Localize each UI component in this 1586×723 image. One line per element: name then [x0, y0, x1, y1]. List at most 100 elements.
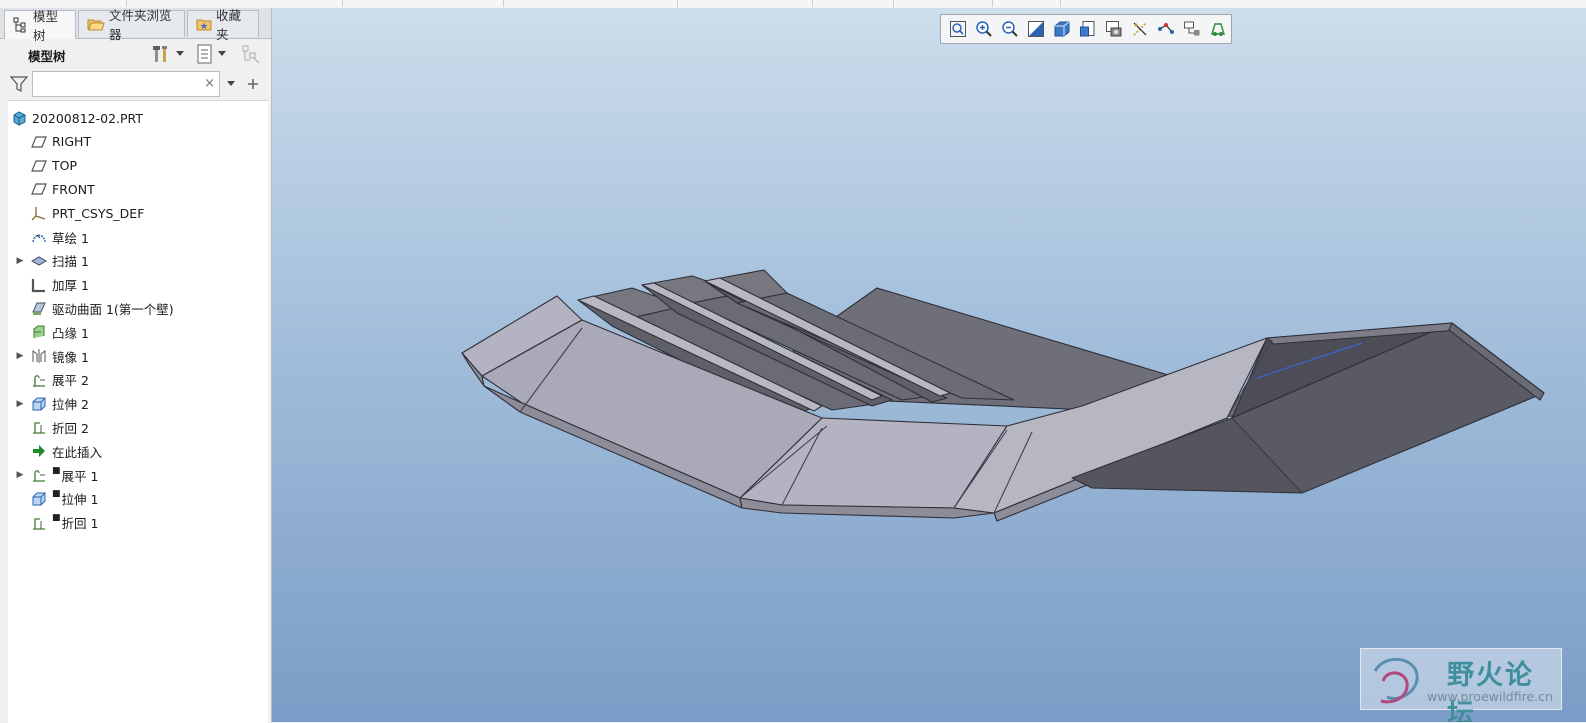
- mirror-icon: [30, 347, 48, 365]
- tree-node[interactable]: 驱动曲面 1(第一个壁): [8, 297, 266, 319]
- tree-node-text: 拉伸 2: [52, 397, 89, 413]
- 3d-model-view[interactable]: [272, 8, 1586, 722]
- tree-node[interactable]: ▶ 镜像 1: [8, 345, 266, 367]
- unbend-icon: [30, 466, 48, 484]
- search-options-dropdown[interactable]: [224, 73, 238, 95]
- tree-node[interactable]: 展平 2: [8, 369, 266, 391]
- tree-display-button[interactable]: [194, 43, 216, 65]
- tree-node-label: ■折回 1: [52, 513, 98, 532]
- model-tree-header: 模型树: [0, 40, 271, 68]
- insert-here-arrow-icon: [30, 442, 48, 460]
- favorites-icon: [196, 19, 212, 31]
- tree-node[interactable]: 凸缘 1: [8, 321, 266, 343]
- part-icon: [10, 109, 28, 127]
- chevron-down-icon: [176, 51, 184, 56]
- tree-node-label: 在此插入: [52, 442, 102, 461]
- tree-node-label: 镜像 1: [52, 347, 89, 366]
- tree-node[interactable]: PRT_CSYS_DEF: [8, 202, 266, 224]
- datum-plane-icon: [30, 157, 48, 175]
- tree-node-text: 20200812-02.PRT: [32, 110, 143, 126]
- graphics-window[interactable]: 野火论坛 www.proewildfire.cn: [272, 8, 1586, 722]
- list-view-icon: [197, 44, 212, 64]
- tree-node-text: TOP: [52, 158, 78, 174]
- tools-icon: [153, 46, 167, 62]
- datum-plane-icon: [30, 133, 48, 151]
- add-filter-button[interactable]: [242, 73, 264, 95]
- watermark-url: www.proewildfire.cn: [1427, 689, 1553, 704]
- coordinate-system-icon: [30, 204, 48, 222]
- model-tree: 20200812-02.PRT RIGHT TOP FRONT PRT_CSYS_DEF…: [8, 100, 268, 723]
- expand-arrow-icon[interactable]: ▶: [15, 470, 25, 480]
- sketch-icon: [30, 228, 48, 246]
- sweep-icon: [30, 252, 48, 270]
- tree-display-dropdown[interactable]: [216, 43, 228, 65]
- tree-node[interactable]: ■折回 1: [8, 512, 266, 534]
- tree-node-text: 驱动曲面 1(第一个壁): [52, 301, 174, 317]
- tree-node-label: 凸缘 1: [52, 323, 89, 342]
- tree-node-text: FRONT: [52, 181, 95, 197]
- tree-node-text: 展平 2: [52, 373, 89, 389]
- tree-node[interactable]: ▶ 拉伸 2: [8, 393, 266, 415]
- expand-arrow-icon[interactable]: ▶: [15, 399, 25, 409]
- tree-settings-button[interactable]: [150, 43, 172, 65]
- tree-node-label: TOP: [52, 158, 77, 173]
- chevron-down-icon: [218, 51, 226, 56]
- chevron-down-icon: [227, 81, 235, 86]
- tree-node[interactable]: 折回 2: [8, 416, 266, 438]
- tree-node[interactable]: TOP: [8, 155, 266, 177]
- search-box[interactable]: ×: [32, 71, 220, 97]
- tree-node-label: 加厚 1: [52, 275, 89, 294]
- tree-node-text: RIGHT: [52, 134, 92, 150]
- expand-arrow-icon[interactable]: ▶: [15, 256, 25, 266]
- suppressed-marker-icon: ■: [52, 489, 61, 500]
- hidden-items-icon: [242, 45, 260, 64]
- unbend-icon: [30, 371, 48, 389]
- tree-node[interactable]: 加厚 1: [8, 274, 266, 296]
- tree-node[interactable]: ■拉伸 1: [8, 488, 266, 510]
- filter-button[interactable]: [8, 73, 30, 95]
- tree-node-text: 草绘 1: [52, 230, 89, 246]
- tree-node-text: 镜像 1: [52, 349, 89, 365]
- tree-node[interactable]: FRONT: [8, 178, 266, 200]
- tree-node[interactable]: ▶ 扫描 1: [8, 250, 266, 272]
- bend-back-icon: [30, 514, 48, 532]
- extrude-icon: [30, 490, 48, 508]
- tree-node-label: 草绘 1: [52, 228, 89, 247]
- tree-node-text: 折回 1: [61, 516, 99, 532]
- driving-surface-icon: [30, 299, 48, 317]
- tree-node-text: 加厚 1: [52, 278, 89, 294]
- tree-node-text: PRT_CSYS_DEF: [52, 205, 145, 221]
- tree-node[interactable]: RIGHT: [8, 131, 266, 153]
- tab-label: 模型树: [33, 9, 59, 43]
- search-input[interactable]: [37, 73, 201, 97]
- suppressed-marker-icon: ■: [52, 513, 61, 524]
- tree-node[interactable]: 在此插入: [8, 440, 266, 462]
- expand-arrow-icon[interactable]: ▶: [15, 351, 25, 361]
- navigator-tabs: 模型树 文件夹浏览器 收藏夹: [0, 8, 271, 43]
- flange-icon: [30, 323, 48, 341]
- tree-node-label: 拉伸 2: [52, 394, 89, 413]
- tree-node-label: 折回 2: [52, 418, 89, 437]
- tree-node-label: PRT_CSYS_DEF: [52, 206, 144, 221]
- tab-folder-browser[interactable]: 文件夹浏览器: [78, 8, 185, 42]
- tree-settings-dropdown[interactable]: [174, 43, 186, 65]
- tree-node-label: FRONT: [52, 182, 95, 197]
- tab-model-tree[interactable]: 模型树: [4, 9, 76, 43]
- tree-filter-disabled-button[interactable]: [240, 43, 262, 65]
- model-tree-icon: [13, 17, 26, 33]
- filter-icon: [10, 76, 28, 92]
- tree-node-text: 在此插入: [52, 444, 103, 460]
- clear-search-button[interactable]: ×: [204, 76, 215, 92]
- panel-title: 模型树: [28, 49, 66, 64]
- tab-label: 收藏夹: [216, 8, 242, 42]
- bend-back-icon: [30, 418, 48, 436]
- navigator-panel: 模型树 文件夹浏览器 收藏夹 模型树 × 20200812-02.PRT RIG…: [0, 8, 272, 723]
- suppressed-marker-icon: ■: [52, 465, 61, 476]
- tree-node[interactable]: ▶ ■展平 1: [8, 464, 266, 486]
- tree-node-label: 展平 2: [52, 370, 89, 389]
- folder-browser-icon: [87, 19, 105, 31]
- tree-node-label: 20200812-02.PRT: [32, 111, 143, 126]
- tab-favorites[interactable]: 收藏夹: [187, 8, 259, 42]
- tree-node[interactable]: 草绘 1: [8, 226, 266, 248]
- tree-node[interactable]: 20200812-02.PRT: [8, 107, 266, 129]
